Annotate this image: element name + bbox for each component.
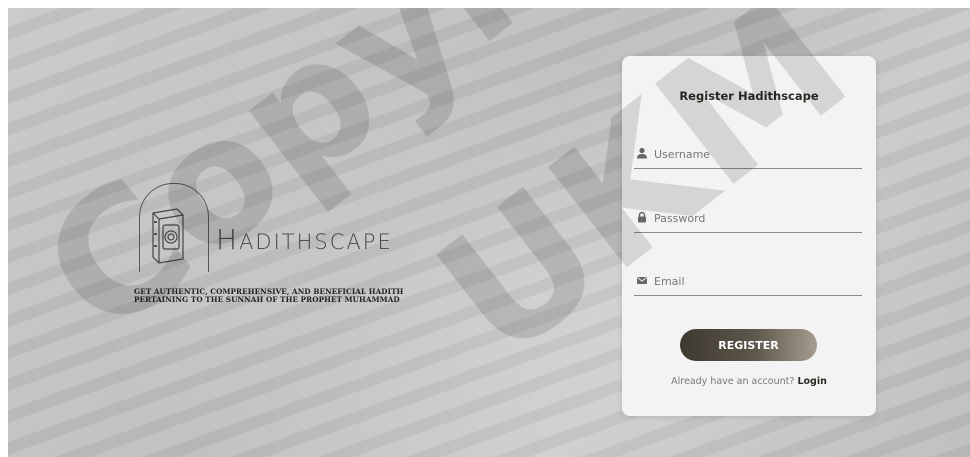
brand-tagline: GET AUTHENTIC, COMPREHENSIVE, AND BENEFI… [134,287,404,304]
user-icon [637,147,647,159]
register-button[interactable]: REGISTER [680,329,817,361]
email-input[interactable] [654,269,859,293]
password-field-wrapper [634,206,862,233]
register-title: Register Hadithscape [679,89,819,103]
password-input[interactable] [654,206,859,230]
envelope-icon [637,277,647,284]
brand-name: HADITH⁠SCAPE [216,223,393,256]
username-field-wrapper [634,142,862,169]
email-field-wrapper [634,269,862,296]
username-input[interactable] [654,142,859,166]
login-link[interactable]: Login [797,376,826,387]
register-card: Register Hadithscape REGISTER Alr [622,56,876,416]
background: HADITH⁠SCAPE GET AUTHENTIC, COMPREHENSIV… [8,8,970,457]
login-prompt: Already have an account? Login [671,376,827,387]
quran-book-icon [152,208,184,264]
lock-icon [638,211,646,223]
